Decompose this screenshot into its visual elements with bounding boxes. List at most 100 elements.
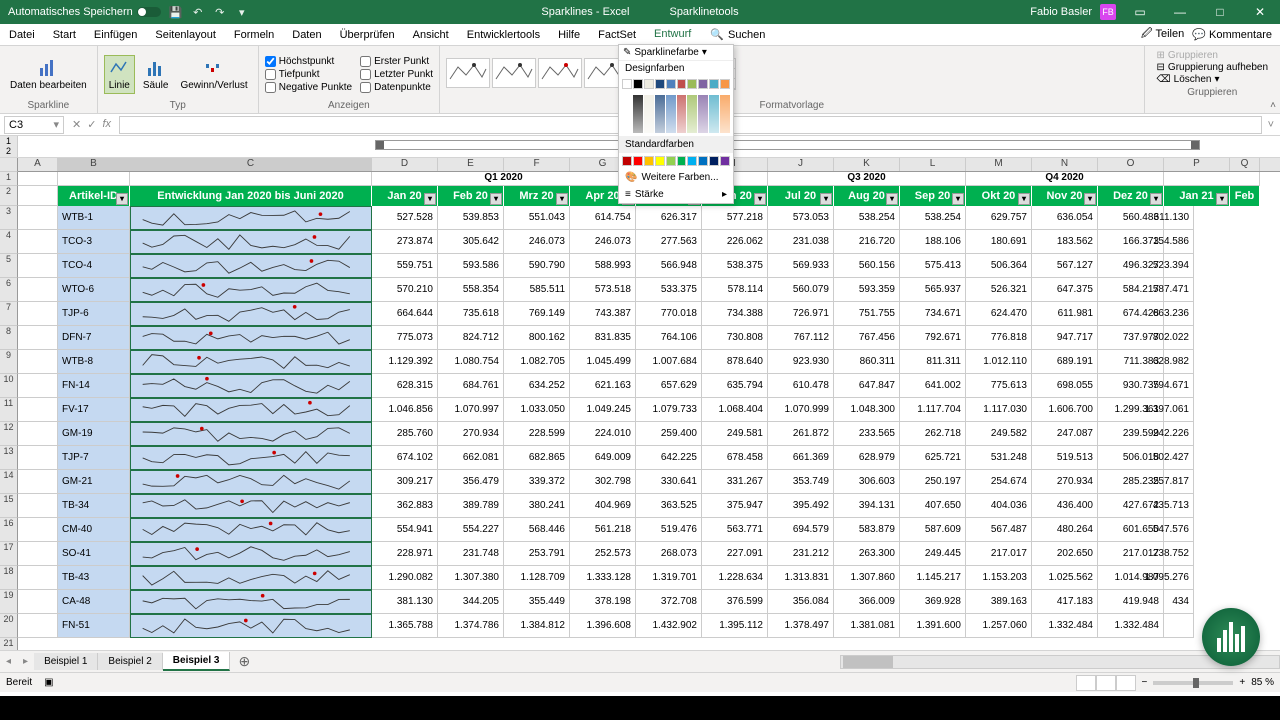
cell[interactable]: [18, 614, 58, 638]
cell-value[interactable]: 764.106: [636, 326, 702, 350]
color-swatch[interactable]: [622, 79, 632, 89]
ribbon-display-icon[interactable]: ▭: [1124, 0, 1156, 24]
cell-value[interactable]: 183.562: [1032, 230, 1098, 254]
undo-icon[interactable]: ↶: [191, 5, 205, 19]
cell-value[interactable]: 1.117.030: [966, 398, 1032, 422]
cell-value[interactable]: 261.872: [768, 422, 834, 446]
row-header[interactable]: 17: [0, 542, 18, 566]
add-sheet-button[interactable]: ⊕: [230, 653, 258, 670]
cell-value[interactable]: 1.079.733: [636, 398, 702, 422]
color-shade-column[interactable]: [666, 95, 676, 133]
cell-artikel-id[interactable]: GM-21: [58, 470, 130, 494]
ungroup-button[interactable]: ⊟Gruppierung aufheben: [1157, 62, 1268, 73]
cell-value[interactable]: 626.317: [636, 206, 702, 230]
th-feb21[interactable]: Feb: [1230, 186, 1260, 206]
cell-value[interactable]: 587.471: [1164, 278, 1194, 302]
cell-value[interactable]: 531.248: [966, 446, 1032, 470]
col-header-f[interactable]: F: [504, 158, 570, 171]
cell-value[interactable]: 381.130: [372, 590, 438, 614]
cell-value[interactable]: 663.236: [1164, 302, 1194, 326]
cell-value[interactable]: 1.395.112: [702, 614, 768, 638]
chk-letzter[interactable]: Letzter Punkt: [360, 69, 433, 80]
clear-button[interactable]: ⌫Löschen ▾: [1157, 74, 1268, 85]
cell-value[interactable]: 1.033.050: [504, 398, 570, 422]
cell-value[interactable]: 800.162: [504, 326, 570, 350]
cell-value[interactable]: 270.934: [1032, 470, 1098, 494]
cell-value[interactable]: 254.674: [966, 470, 1032, 494]
col-header-n[interactable]: N: [1032, 158, 1098, 171]
tab-start[interactable]: Start: [44, 24, 85, 46]
cell-value[interactable]: 567.487: [966, 518, 1032, 542]
cell-value[interactable]: 263.300: [834, 542, 900, 566]
sparkline-cell[interactable]: [130, 254, 372, 278]
color-swatch[interactable]: [633, 79, 643, 89]
sparkline-cell[interactable]: [130, 302, 372, 326]
row-header[interactable]: 1: [0, 172, 18, 186]
cell-artikel-id[interactable]: TCO-4: [58, 254, 130, 278]
cell-value[interactable]: 661.369: [768, 446, 834, 470]
col-header-b[interactable]: B: [58, 158, 130, 171]
ruler-slider[interactable]: [375, 140, 1200, 150]
cell[interactable]: [18, 230, 58, 254]
cell-value[interactable]: 923.930: [768, 350, 834, 374]
tab-ueberpruefen[interactable]: Überprüfen: [331, 24, 404, 46]
cell-value[interactable]: 1.333.128: [570, 566, 636, 590]
cell-value[interactable]: 678.458: [702, 446, 768, 470]
cell[interactable]: [18, 446, 58, 470]
color-shade-column[interactable]: [677, 95, 687, 133]
cell[interactable]: [18, 398, 58, 422]
cell-value[interactable]: 1.048.300: [834, 398, 900, 422]
cell-value[interactable]: 590.790: [504, 254, 570, 278]
zoom-level[interactable]: 85 %: [1251, 677, 1274, 688]
cell-value[interactable]: 625.721: [900, 446, 966, 470]
cell-value[interactable]: 506.364: [966, 254, 1032, 278]
filter-arrow-icon[interactable]: ▾: [886, 193, 898, 205]
cell-value[interactable]: 1.257.060: [966, 614, 1032, 638]
cell-value[interactable]: 202.650: [1032, 542, 1098, 566]
color-swatch[interactable]: [687, 156, 697, 166]
cell-value[interactable]: 1.049.245: [570, 398, 636, 422]
sparkline-cell[interactable]: [130, 230, 372, 254]
cell-value[interactable]: 1.391.600: [900, 614, 966, 638]
cell-value[interactable]: 588.993: [570, 254, 636, 278]
th-jan20[interactable]: Jan 20▾: [372, 186, 438, 206]
cell-value[interactable]: 227.091: [702, 542, 768, 566]
cell-value[interactable]: 811.311: [900, 350, 966, 374]
minimize-icon[interactable]: —: [1164, 0, 1196, 24]
cell-value[interactable]: 434: [1164, 590, 1194, 614]
cell-value[interactable]: 684.761: [438, 374, 504, 398]
cell-value[interactable]: 734.388: [702, 302, 768, 326]
cell-value[interactable]: 417.183: [1032, 590, 1098, 614]
cell-value[interactable]: 302.798: [570, 470, 636, 494]
cell-value[interactable]: 273.874: [372, 230, 438, 254]
tab-ansicht[interactable]: Ansicht: [404, 24, 458, 46]
cell-value[interactable]: 362.883: [372, 494, 438, 518]
cell-value[interactable]: 306.603: [834, 470, 900, 494]
cell-value[interactable]: 561.218: [570, 518, 636, 542]
cell-value[interactable]: 1.095.276: [1164, 566, 1194, 590]
cell-artikel-id[interactable]: WTO-6: [58, 278, 130, 302]
cell-value[interactable]: 285.760: [372, 422, 438, 446]
cell-value[interactable]: 577.218: [702, 206, 768, 230]
cell-artikel-id[interactable]: SO-41: [58, 542, 130, 566]
close-icon[interactable]: ✕: [1244, 0, 1276, 24]
cell-value[interactable]: 1.378.497: [768, 614, 834, 638]
row-header[interactable]: 12: [0, 422, 18, 446]
sparkline-cell[interactable]: [130, 590, 372, 614]
cell-value[interactable]: 394.131: [834, 494, 900, 518]
cell-value[interactable]: 802.022: [1164, 326, 1194, 350]
cell-value[interactable]: 216.720: [834, 230, 900, 254]
row-header[interactable]: 2: [0, 186, 18, 206]
cell-value[interactable]: 375.947: [702, 494, 768, 518]
cell-value[interactable]: 575.413: [900, 254, 966, 278]
view-page-break-icon[interactable]: [1116, 675, 1136, 691]
cell-artikel-id[interactable]: FV-17: [58, 398, 130, 422]
cell-value[interactable]: 228.971: [372, 542, 438, 566]
cell-artikel-id[interactable]: CM-40: [58, 518, 130, 542]
color-swatch[interactable]: [655, 156, 665, 166]
scrollbar-thumb[interactable]: [843, 656, 893, 668]
cell-artikel-id[interactable]: DFN-7: [58, 326, 130, 350]
cell-value[interactable]: 554.227: [438, 518, 504, 542]
sheet-nav-next-icon[interactable]: ▸: [17, 656, 34, 667]
cell-value[interactable]: 270.934: [438, 422, 504, 446]
